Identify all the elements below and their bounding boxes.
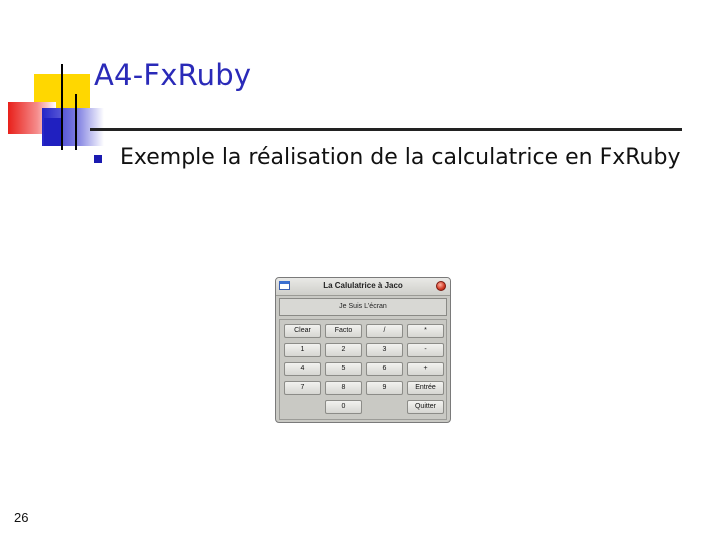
calculator-window: La Calulatrice à Jaco Je Suis L'écran Cl… <box>275 277 451 423</box>
digit-8-button[interactable]: 8 <box>325 381 362 395</box>
digit-1-button[interactable]: 1 <box>284 343 321 357</box>
digit-0-button[interactable]: 0 <box>325 400 362 414</box>
digit-3-button[interactable]: 3 <box>366 343 403 357</box>
multiply-button[interactable]: * <box>407 324 444 338</box>
calculator-titlebar[interactable]: La Calulatrice à Jaco <box>276 278 450 296</box>
title-divider <box>90 128 682 131</box>
digit-7-button[interactable]: 7 <box>284 381 321 395</box>
slide-title: A4-FxRuby <box>94 58 252 92</box>
digit-6-button[interactable]: 6 <box>366 362 403 376</box>
divide-button[interactable]: / <box>366 324 403 338</box>
digit-4-button[interactable]: 4 <box>284 362 321 376</box>
facto-button[interactable]: Facto <box>325 324 362 338</box>
enter-button[interactable]: Entrée <box>407 381 444 395</box>
clear-button[interactable]: Clear <box>284 324 321 338</box>
plus-button[interactable]: + <box>407 362 444 376</box>
page-number: 26 <box>14 510 29 525</box>
close-icon[interactable] <box>436 281 446 291</box>
minus-button[interactable]: - <box>407 343 444 357</box>
calculator-display: Je Suis L'écran <box>279 298 447 316</box>
digit-9-button[interactable]: 9 <box>366 381 403 395</box>
logo-blue-block <box>44 118 62 146</box>
logo-vertical-line-2 <box>75 94 77 150</box>
digit-2-button[interactable]: 2 <box>325 343 362 357</box>
calculator-window-title: La Calulatrice à Jaco <box>323 281 403 290</box>
quit-button[interactable]: Quitter <box>407 400 444 414</box>
calculator-keypad: Clear Facto / * 1 2 3 - 4 5 6 + 7 8 9 En… <box>279 319 447 420</box>
bullet-square-icon <box>94 155 102 163</box>
logo-vertical-line <box>61 64 63 150</box>
digit-5-button[interactable]: 5 <box>325 362 362 376</box>
bullet-text: Exemple la réalisation de la calculatric… <box>120 145 681 170</box>
